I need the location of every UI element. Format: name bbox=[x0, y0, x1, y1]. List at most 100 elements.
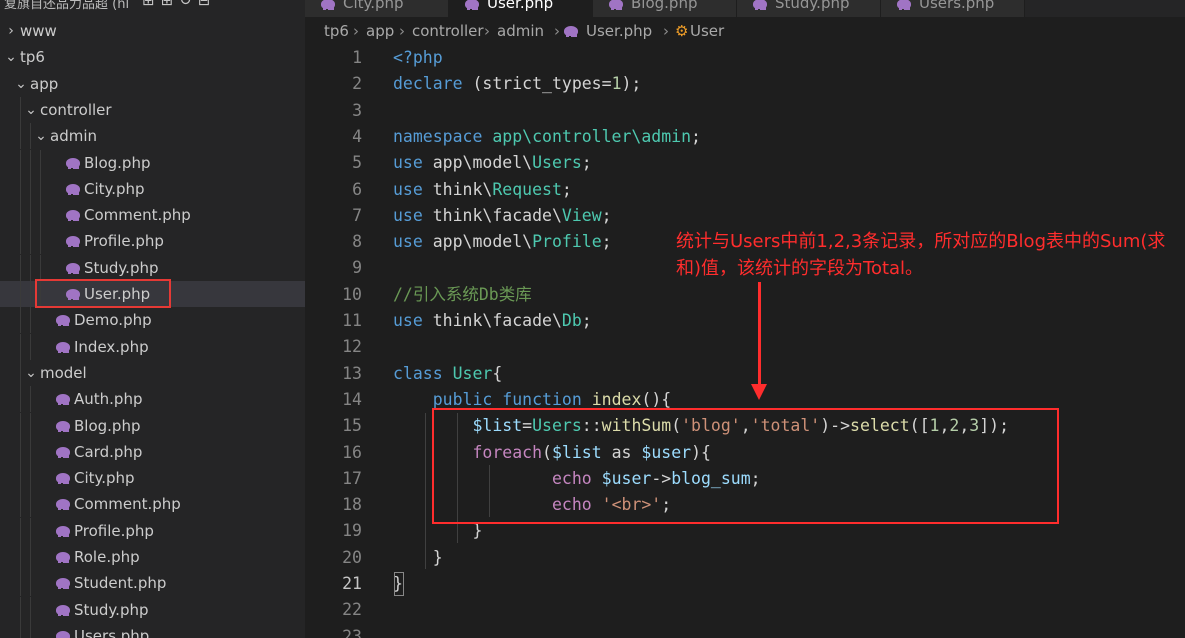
code-line[interactable]: 2 declare (strict_types=1); bbox=[305, 71, 1185, 97]
php-elephant-icon bbox=[897, 0, 911, 10]
code-line[interactable]: 11 use think\facade\Db; bbox=[305, 308, 1185, 334]
tree-item-label: tp6 bbox=[20, 48, 45, 67]
tree-indent-guide bbox=[20, 123, 21, 150]
tree-file[interactable]: Blog.php bbox=[0, 412, 305, 439]
tree-item-label: Profile.php bbox=[84, 232, 164, 251]
breadcrumb-item[interactable]: User.php bbox=[586, 17, 652, 45]
code-line[interactable]: 12 bbox=[305, 334, 1185, 360]
php-elephant-icon bbox=[321, 0, 335, 10]
tree-folder[interactable]: › www bbox=[0, 18, 305, 44]
tree-file[interactable]: City.php bbox=[0, 465, 305, 492]
code-token: use bbox=[393, 153, 423, 173]
code-line[interactable]: 5 use app\model\Users; bbox=[305, 150, 1185, 176]
code-line[interactable]: 6 use think\Request; bbox=[305, 177, 1185, 203]
tree-indent-guide bbox=[20, 202, 21, 229]
tree-folder[interactable]: ⌄ admin bbox=[0, 123, 305, 150]
tree-indent-guide bbox=[20, 465, 21, 492]
tree-indent-guide bbox=[20, 228, 21, 255]
tree-folder[interactable]: ⌄ model bbox=[0, 359, 305, 386]
tree-indent-guide bbox=[30, 228, 31, 255]
breadcrumb-item[interactable]: controller bbox=[412, 17, 484, 45]
tab-users[interactable]: Users.php bbox=[881, 0, 1025, 17]
tree-indent-guide bbox=[30, 307, 31, 334]
code-line[interactable]: 22 bbox=[305, 597, 1185, 623]
collapse-all-icon[interactable]: ⊟ bbox=[198, 0, 217, 9]
php-elephant-icon bbox=[609, 0, 623, 10]
chevron-down-icon[interactable]: ⌄ bbox=[34, 123, 48, 149]
code-line[interactable]: 3 bbox=[305, 98, 1185, 124]
tab-label: Users.php bbox=[919, 0, 995, 12]
tree-file[interactable]: Auth.php bbox=[0, 386, 305, 413]
chevron-down-icon[interactable]: ⌄ bbox=[14, 71, 28, 97]
code-text: use think\Request; bbox=[393, 177, 572, 203]
tab-study[interactable]: Study.php bbox=[737, 0, 881, 17]
tree-file[interactable]: Users.php bbox=[0, 622, 305, 638]
tree-file[interactable]: Comment.php bbox=[0, 202, 305, 229]
code-token: use bbox=[393, 311, 423, 330]
chevron-down-icon[interactable]: ⌄ bbox=[24, 360, 38, 386]
code-token: use bbox=[393, 232, 423, 252]
tree-file[interactable]: Study.php bbox=[0, 596, 305, 623]
code-line[interactable]: 10 //引入系统Db类库 bbox=[305, 282, 1185, 308]
breadcrumb-item[interactable]: User bbox=[690, 17, 724, 45]
tree-file[interactable]: Profile.php bbox=[0, 228, 305, 255]
chevron-down-icon[interactable]: ⌄ bbox=[4, 44, 18, 70]
tree-file[interactable]: Index.php bbox=[0, 333, 305, 360]
code-line[interactable]: 23 bbox=[305, 624, 1185, 638]
line-number: 20 bbox=[342, 547, 362, 567]
tab-city[interactable]: City.php bbox=[305, 0, 449, 17]
line-number: 16 bbox=[342, 442, 362, 462]
breadcrumb-item[interactable]: tp6 bbox=[324, 17, 349, 45]
code-token: app\model\ bbox=[422, 232, 533, 252]
chevron-down-icon[interactable]: ⌄ bbox=[24, 97, 38, 123]
tab-label: Study.php bbox=[775, 0, 850, 12]
tree-indent-guide bbox=[30, 438, 31, 465]
tree-folder[interactable]: ⌄ tp6 bbox=[0, 44, 305, 70]
tree-item-label: Card.php bbox=[74, 442, 143, 461]
tab-user[interactable]: User.php bbox=[449, 0, 593, 17]
tree-indent-guide bbox=[30, 517, 31, 544]
chevron-right-icon[interactable]: › bbox=[4, 18, 18, 44]
new-file-icon[interactable]: ⊞ bbox=[142, 0, 161, 9]
tree-file[interactable]: Role.php bbox=[0, 544, 305, 570]
breadcrumb-item[interactable]: app bbox=[366, 17, 394, 45]
tree-file[interactable]: Card.php bbox=[0, 438, 305, 465]
php-elephant-icon bbox=[56, 525, 70, 537]
php-elephant-icon bbox=[56, 446, 70, 458]
tree-file[interactable]: Student.php bbox=[0, 570, 305, 597]
explorer-actions: ⊞⊞↻⊟ bbox=[142, 0, 216, 9]
tree-folder[interactable]: ⌄ app bbox=[0, 71, 305, 97]
code-editor[interactable]: 1 <?php 2 declare (strict_types=1); 3 4 namesp… bbox=[305, 45, 1185, 638]
tab-label: User.php bbox=[487, 0, 554, 12]
code-token: index bbox=[591, 389, 642, 409]
tree-file[interactable]: Profile.php bbox=[0, 517, 305, 544]
tree-file[interactable]: Comment.php bbox=[0, 491, 305, 518]
tree-item-label: app bbox=[30, 74, 59, 93]
code-line[interactable]: 13 class User{ bbox=[305, 361, 1185, 387]
tree-folder[interactable]: ⌄ controller bbox=[0, 96, 305, 123]
code-line[interactable]: 7 use think\facade\View; bbox=[305, 203, 1185, 229]
tree-file[interactable]: Study.php bbox=[0, 254, 305, 281]
tree-indent-guide bbox=[40, 175, 41, 202]
chevron-right-icon: › bbox=[663, 22, 669, 40]
code-line[interactable]: 4 namespace app\controller\admin; bbox=[305, 124, 1185, 150]
breadcrumb-item[interactable]: admin bbox=[497, 17, 544, 45]
tree-file[interactable]: Blog.php bbox=[0, 149, 305, 176]
code-line[interactable]: 20 } bbox=[305, 545, 1185, 571]
tree-file[interactable]: Demo.php bbox=[0, 307, 305, 334]
code-token: public bbox=[432, 389, 493, 409]
tab-blog[interactable]: Blog.php bbox=[593, 0, 737, 17]
editor-tabs: City.php User.php Blog.php Study.php Users.p… bbox=[305, 0, 1185, 17]
code-line[interactable]: 1 <?php bbox=[305, 45, 1185, 71]
new-folder-icon[interactable]: ⊞ bbox=[161, 0, 180, 9]
tree-indent-guide bbox=[20, 622, 21, 638]
tree-indent-guide bbox=[20, 491, 21, 518]
line-number: 1 bbox=[352, 48, 362, 67]
refresh-icon[interactable]: ↻ bbox=[179, 0, 198, 9]
code-token: ; bbox=[561, 179, 572, 199]
code-token: 1 bbox=[611, 74, 622, 94]
code-line[interactable]: 21} bbox=[305, 571, 1185, 597]
tree-file[interactable]: City.php bbox=[0, 175, 305, 202]
